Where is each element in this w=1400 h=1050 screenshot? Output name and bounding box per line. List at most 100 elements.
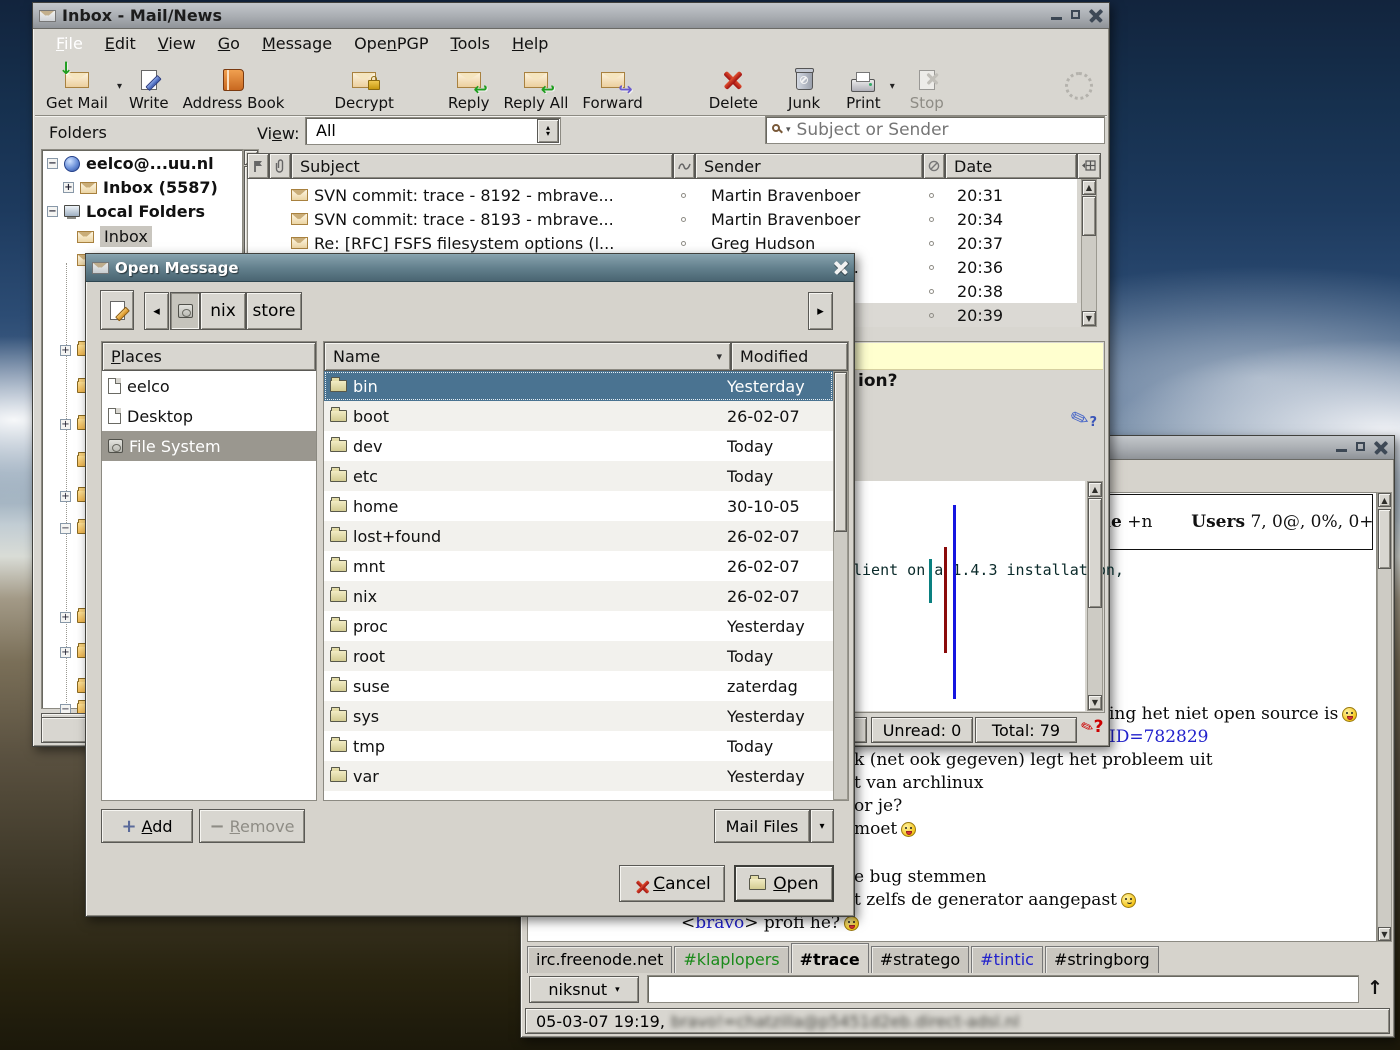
message-row[interactable]: SVN commit: trace - 8192 - mbrave... Mar… xyxy=(291,183,1081,207)
menu-message[interactable]: Message xyxy=(251,32,343,55)
view-combobox[interactable]: All ▴▾ xyxy=(305,117,561,145)
tab-tintic[interactable]: #tintic xyxy=(971,946,1043,973)
files-scrollbar[interactable] xyxy=(833,371,848,800)
delete-button[interactable]: Delete xyxy=(702,58,765,114)
message-row[interactable]: Re: [RFC] FSFS filesystem options (l... … xyxy=(291,231,1081,255)
file-row[interactable]: etcToday xyxy=(324,461,833,491)
file-row[interactable]: nix26-02-07 xyxy=(324,581,833,611)
irc-close-button[interactable] xyxy=(1374,441,1388,455)
folder-inbox-row[interactable]: Inbox xyxy=(77,226,152,247)
print-button[interactable]: Print xyxy=(839,58,888,114)
dialog-titlebar[interactable]: Open Message xyxy=(86,254,854,282)
menu-file[interactable]: File xyxy=(45,32,94,55)
tab-klaplopers[interactable]: #klaplopers xyxy=(674,946,788,973)
file-row[interactable]: tmpToday xyxy=(324,731,833,761)
menu-go[interactable]: Go xyxy=(207,32,251,55)
reply-all-button[interactable]: ↩ Reply All xyxy=(497,58,576,114)
menu-openpgp[interactable]: OpenPGP xyxy=(343,32,439,55)
messages-scroll-up-button[interactable]: ▲ xyxy=(1082,180,1096,195)
file-row[interactable]: varYesterday xyxy=(324,761,833,791)
file-row[interactable]: home30-10-05 xyxy=(324,491,833,521)
messages-scroll-down-button[interactable]: ▼ xyxy=(1082,311,1096,326)
print-dropdown-icon[interactable]: ▾ xyxy=(890,81,895,92)
get-mail-button[interactable]: ↓ Get Mail xyxy=(39,58,115,114)
chat-message-link[interactable]: ID=782829 xyxy=(1109,727,1209,747)
search-box[interactable]: ▾ xyxy=(765,116,1105,144)
path-store-button[interactable]: store xyxy=(246,292,302,330)
name-column-header[interactable]: Name▾ xyxy=(324,342,731,371)
path-nix-button[interactable]: nix xyxy=(200,292,246,330)
file-row[interactable]: procYesterday xyxy=(324,611,833,641)
file-row[interactable]: lost+found26-02-07 xyxy=(324,521,833,551)
body-scroll-up-button[interactable]: ▲ xyxy=(1088,482,1102,497)
menu-help[interactable]: Help xyxy=(501,32,559,55)
decrypt-button[interactable]: Decrypt xyxy=(327,58,400,114)
tab-stratego[interactable]: #stratego xyxy=(871,946,969,973)
expand-expander-icon[interactable]: + xyxy=(63,182,74,193)
junk-button[interactable]: Junk xyxy=(781,58,827,114)
cancel-button[interactable]: Cancel xyxy=(619,865,725,902)
file-row[interactable]: susezaterdag xyxy=(324,671,833,701)
mail-minimize-button[interactable] xyxy=(1049,9,1064,22)
body-scroll-thumb[interactable] xyxy=(1088,498,1102,608)
path-forward-button[interactable]: ▸ xyxy=(808,292,833,330)
file-row[interactable]: rootToday xyxy=(324,641,833,671)
folder-local-folders-row[interactable]: − Local Folders xyxy=(47,202,205,221)
flag-column-header[interactable] xyxy=(247,153,269,179)
body-scroll-down-button[interactable]: ▼ xyxy=(1088,695,1102,710)
reply-button[interactable]: ↩ Reply xyxy=(441,58,497,114)
read-indicator-icon[interactable] xyxy=(681,217,686,222)
junk-indicator-icon[interactable] xyxy=(929,289,934,294)
junk-indicator-icon[interactable] xyxy=(929,217,934,222)
file-row[interactable]: boot26-02-07 xyxy=(324,401,833,431)
thread-column-header[interactable] xyxy=(673,153,695,179)
tab-trace[interactable]: #trace xyxy=(791,943,869,973)
menu-edit[interactable]: Edit xyxy=(94,32,147,55)
junk-column-header[interactable] xyxy=(923,153,945,179)
collapse-expander-icon[interactable]: − xyxy=(47,206,58,217)
irc-scroll-thumb[interactable] xyxy=(1378,509,1391,569)
column-picker-button[interactable] xyxy=(1077,153,1101,179)
modified-column-header[interactable]: Modified xyxy=(731,342,848,371)
dialog-close-button[interactable] xyxy=(834,261,848,275)
message-list-scrollbar[interactable]: ▲ ▼ xyxy=(1081,179,1097,327)
place-file-system[interactable]: File System xyxy=(102,431,316,461)
read-indicator-icon[interactable] xyxy=(681,193,686,198)
file-row[interactable]: sysYesterday xyxy=(324,701,833,731)
filter-combobox[interactable]: Mail Files xyxy=(714,809,810,843)
view-combo-arrows-icon[interactable]: ▴▾ xyxy=(537,119,559,143)
write-button[interactable]: Write xyxy=(122,58,176,114)
forward-button[interactable]: ↪ Forward xyxy=(575,58,649,114)
file-row[interactable]: binYesterday xyxy=(324,371,833,401)
junk-indicator-icon[interactable] xyxy=(929,265,934,270)
tab-server[interactable]: irc.freenode.net xyxy=(527,946,672,973)
mail-maximize-button[interactable] xyxy=(1069,9,1084,22)
filter-dropdown-button[interactable]: ▾ xyxy=(810,809,834,843)
offline-indicator-icon[interactable]: ✎? xyxy=(1081,717,1103,737)
add-button[interactable]: + Add xyxy=(101,809,193,843)
body-scrollbar[interactable]: ▲ ▼ xyxy=(1087,481,1103,711)
date-column-header[interactable]: Date xyxy=(945,153,1077,179)
junk-indicator-icon[interactable] xyxy=(929,193,934,198)
collapse-expander-icon[interactable]: − xyxy=(47,158,58,169)
message-row[interactable]: SVN commit: trace - 8193 - mbrave... Mar… xyxy=(291,207,1081,231)
irc-input-field[interactable] xyxy=(647,975,1359,1003)
address-book-button[interactable]: Address Book xyxy=(176,58,292,114)
search-input[interactable] xyxy=(795,119,1098,141)
folder-inbox-account-row[interactable]: + Inbox (5587) xyxy=(63,178,218,197)
search-dropdown-icon[interactable]: ▾ xyxy=(786,125,791,135)
places-header[interactable]: Places xyxy=(102,342,316,371)
folder-account-row[interactable]: − eelco@...uu.nl xyxy=(47,154,214,173)
type-filename-button[interactable] xyxy=(100,290,134,330)
tab-stringborg[interactable]: #stringborg xyxy=(1045,946,1159,973)
mail-close-button[interactable] xyxy=(1089,9,1103,23)
path-root-button[interactable] xyxy=(170,292,200,330)
irc-scroll-up-button[interactable]: ▲ xyxy=(1378,493,1391,507)
menu-tools[interactable]: Tools xyxy=(440,32,501,55)
open-button[interactable]: Open xyxy=(734,865,834,902)
irc-minimize-button[interactable] xyxy=(1334,441,1349,454)
irc-maximize-button[interactable] xyxy=(1354,441,1369,454)
send-up-icon[interactable]: ↑ xyxy=(1367,977,1383,999)
junk-indicator-icon[interactable] xyxy=(929,313,934,318)
irc-scroll-down-button[interactable]: ▼ xyxy=(1378,927,1391,941)
